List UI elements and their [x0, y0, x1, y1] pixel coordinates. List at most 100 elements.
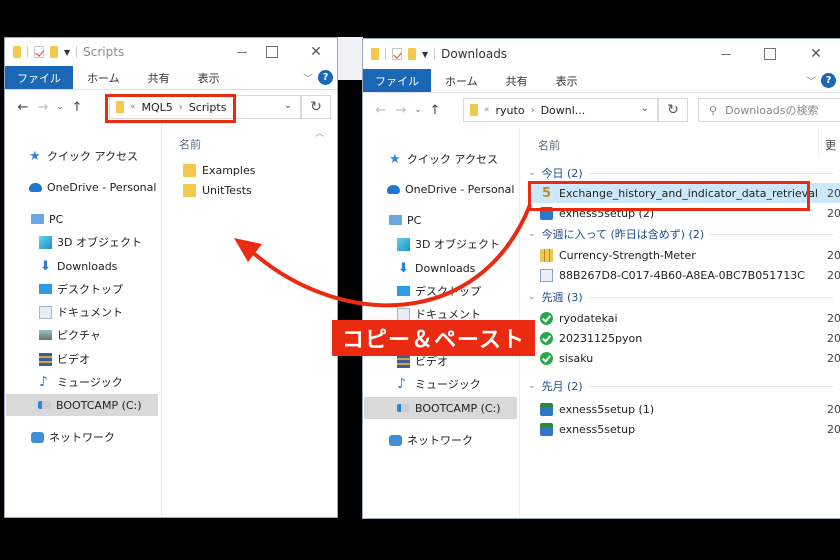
nav-music[interactable]: ♪ ミュージック: [39, 371, 123, 393]
address-dropdown-icon[interactable]: ⌄: [641, 103, 649, 114]
search-box[interactable]: ⚲ Downloadsの検索: [698, 98, 840, 122]
tab-home[interactable]: ホーム: [73, 66, 134, 89]
forward-button[interactable]: →: [33, 100, 53, 115]
nav-bootcamp-drive[interactable]: BOOTCAMP (C:): [6, 394, 158, 416]
column-header-modified[interactable]: 更: [825, 137, 836, 153]
breadcrumb-ryuto[interactable]: ryuto: [496, 104, 525, 117]
nav-bootcamp-drive[interactable]: BOOTCAMP (C:): [364, 397, 517, 419]
refresh-button[interactable]: ↻: [658, 98, 688, 122]
breadcrumb-separator-icon[interactable]: ›: [531, 105, 535, 116]
minimize-button[interactable]: [703, 39, 749, 69]
group-header-last-month[interactable]: ⌄ 先月 (2): [528, 377, 833, 395]
tab-file[interactable]: ファイル: [5, 66, 73, 89]
new-folder-icon[interactable]: [50, 46, 58, 58]
group-header-today[interactable]: ⌄ 今日 (2): [528, 164, 833, 182]
nav-pictures[interactable]: ピクチャ: [39, 324, 101, 346]
nav-quick-access[interactable]: ★ クイック アクセス: [389, 148, 498, 170]
nav-desktop[interactable]: デスクトップ: [397, 280, 481, 302]
back-button[interactable]: ←: [13, 100, 33, 115]
nav-documents[interactable]: ドキュメント: [39, 301, 123, 323]
nav-desktop[interactable]: デスクトップ: [39, 278, 123, 300]
expand-ribbon-icon[interactable]: ﹀: [806, 73, 816, 88]
nav-videos[interactable]: ビデオ: [39, 348, 90, 370]
tab-share[interactable]: 共有: [492, 69, 542, 92]
maximize-button[interactable]: [747, 39, 793, 69]
tab-file[interactable]: ファイル: [363, 69, 431, 92]
recent-locations-button[interactable]: ⌄: [411, 105, 425, 115]
list-item[interactable]: 88B267D8-C017-4B60-A8EA-0BC7B051713C 20: [540, 265, 840, 285]
list-item[interactable]: ryodatekai 20: [540, 308, 840, 328]
nav-3d-objects[interactable]: 3D オブジェクト: [39, 231, 142, 253]
up-button[interactable]: ↑: [425, 103, 445, 118]
quick-access-toolbar: ▼: [13, 46, 78, 58]
tab-share[interactable]: 共有: [134, 66, 184, 89]
ribbon-tabs: ファイル ホーム 共有 表示 ﹀ ?: [363, 69, 840, 93]
tab-view[interactable]: 表示: [184, 66, 234, 89]
nav-3d-objects[interactable]: 3D オブジェクト: [397, 233, 500, 255]
customize-dropdown-icon[interactable]: ▼: [64, 48, 70, 57]
scroll-up-icon[interactable]: ︿: [315, 126, 324, 139]
pane-divider[interactable]: [161, 124, 162, 517]
address-dropdown-icon[interactable]: ⌄: [284, 100, 292, 111]
list-item[interactable]: 20231125pyon 20: [540, 328, 840, 348]
nav-label: PC: [407, 213, 422, 227]
close-button[interactable]: ✕: [293, 38, 337, 66]
nav-music[interactable]: ♪ ミュージック: [397, 373, 481, 395]
pictures-icon: [39, 330, 52, 340]
help-icon[interactable]: ?: [821, 73, 836, 88]
nav-network[interactable]: ネットワーク: [31, 426, 115, 448]
nav-label: デスクトップ: [57, 283, 123, 296]
back-button[interactable]: ←: [371, 103, 391, 118]
new-folder-icon[interactable]: [408, 48, 416, 60]
nav-network[interactable]: ネットワーク: [389, 429, 473, 451]
nav-label: Downloads: [57, 259, 118, 273]
properties-icon[interactable]: [34, 46, 44, 58]
properties-icon[interactable]: [392, 48, 402, 60]
title-bar: ▼ Downloads ✕: [363, 39, 840, 69]
close-button[interactable]: ✕: [793, 39, 839, 69]
list-item[interactable]: UnitTests: [183, 180, 252, 200]
refresh-button[interactable]: ↻: [301, 95, 331, 119]
file-list: ︿ 名前 Examples UnitTests: [163, 124, 337, 517]
group-divider: [588, 172, 833, 174]
quick-access-toolbar: ▼: [371, 48, 436, 60]
group-header-this-week[interactable]: ⌄ 今週に入って (昨日は含めず) (2): [528, 225, 833, 243]
column-divider[interactable]: [818, 127, 819, 155]
nav-quick-access[interactable]: ★ クイック アクセス: [29, 145, 138, 167]
address-overflow[interactable]: «: [484, 105, 490, 115]
breadcrumb-downloads[interactable]: Downl...: [541, 104, 586, 117]
up-button[interactable]: ↑: [67, 100, 87, 115]
group-divider: [710, 233, 833, 235]
list-item[interactable]: exness5setup (1) 20: [540, 399, 840, 419]
nav-downloads[interactable]: ⬇ Downloads: [39, 255, 117, 277]
maximize-button[interactable]: [249, 38, 295, 66]
column-header-name[interactable]: 名前: [538, 137, 560, 153]
file-date: 20: [827, 186, 840, 200]
column-header-name[interactable]: 名前: [179, 136, 201, 152]
list-item[interactable]: exness5setup 20: [540, 419, 840, 439]
recent-locations-button[interactable]: ⌄: [53, 102, 67, 112]
tab-home[interactable]: ホーム: [431, 69, 492, 92]
chevron-down-icon: ⌄: [528, 168, 536, 178]
file-date: 20: [827, 311, 840, 325]
forward-button[interactable]: →: [391, 103, 411, 118]
list-item[interactable]: Examples: [183, 160, 255, 180]
nav-pc[interactable]: PC: [389, 209, 421, 231]
nav-label: BOOTCAMP (C:): [56, 398, 142, 412]
nav-onedrive[interactable]: OneDrive - Personal: [387, 178, 514, 200]
search-input[interactable]: Downloadsの検索: [725, 102, 818, 118]
tab-view[interactable]: 表示: [542, 69, 592, 92]
file-name: 20231125pyon: [559, 331, 643, 345]
list-item[interactable]: sisaku 20: [540, 348, 840, 368]
nav-downloads[interactable]: ⬇ Downloads: [397, 257, 475, 279]
help-icon[interactable]: ?: [318, 70, 333, 85]
customize-dropdown-icon[interactable]: ▼: [422, 50, 428, 59]
list-item[interactable]: Currency-Strength-Meter 20: [540, 245, 840, 265]
nav-onedrive[interactable]: OneDrive - Personal: [29, 176, 156, 198]
address-bar[interactable]: « ryuto › Downl... ⌄: [463, 98, 658, 122]
nav-pc[interactable]: PC: [31, 208, 63, 230]
nav-label: クイック アクセス: [407, 153, 498, 166]
expand-ribbon-icon[interactable]: ﹀: [303, 70, 313, 85]
3d-objects-icon: [397, 237, 410, 251]
group-header-last-week[interactable]: ⌄ 先週 (3): [528, 288, 833, 306]
